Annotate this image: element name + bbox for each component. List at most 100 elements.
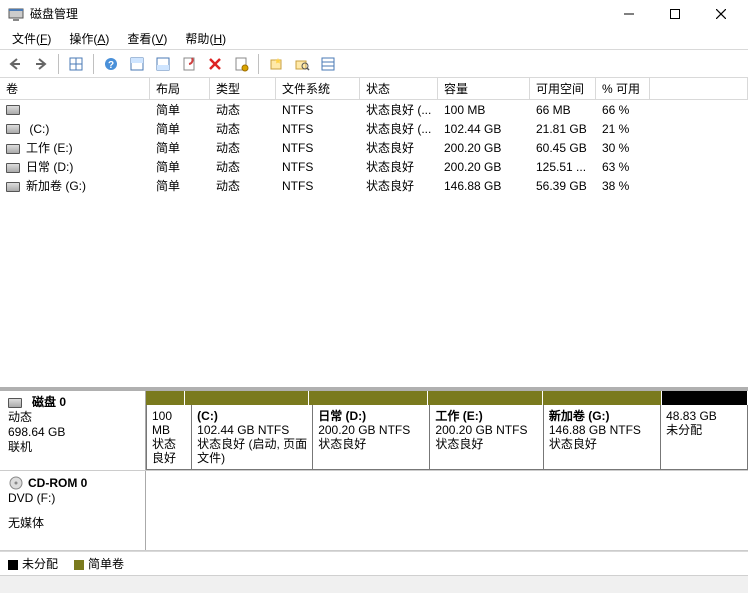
volume-icon	[6, 124, 20, 134]
disk-row-disk0[interactable]: 磁盘 0 动态 698.64 GB 联机 100 MB状态良好(C:)102.4…	[0, 391, 748, 471]
forward-button[interactable]	[30, 53, 52, 75]
volume-icon	[6, 163, 20, 173]
disk-map-pane[interactable]: 磁盘 0 动态 698.64 GB 联机 100 MB状态良好(C:)102.4…	[0, 391, 748, 551]
partition-header	[543, 391, 662, 405]
volume-capacity: 146.88 GB	[438, 178, 530, 194]
partition-box[interactable]: 新加卷 (G:)146.88 GB NTFS状态良好	[544, 405, 661, 470]
disk0-size: 698.64 GB	[8, 425, 137, 440]
delete-button[interactable]	[204, 53, 226, 75]
help-button[interactable]: ?	[100, 53, 122, 75]
col-type[interactable]: 类型	[210, 78, 276, 99]
volume-name: 新加卷 (G:)	[26, 179, 86, 193]
disk0-type: 动态	[8, 410, 137, 425]
volume-pct: 21 %	[596, 121, 650, 137]
table-row[interactable]: 工作 (E:)简单动态NTFS状态良好200.20 GB60.45 GB30 %	[0, 138, 748, 157]
menu-view[interactable]: 查看(V)	[119, 28, 175, 49]
minimize-button[interactable]	[606, 0, 652, 28]
partition-title: (C:)	[197, 409, 307, 423]
disk-icon	[8, 398, 22, 408]
partition-box[interactable]: 工作 (E:)200.20 GB NTFS状态良好	[430, 405, 543, 470]
new-button[interactable]	[265, 53, 287, 75]
volume-status: 状态良好 (...	[360, 100, 438, 119]
partition-header	[146, 391, 185, 405]
search-button[interactable]	[291, 53, 313, 75]
volume-capacity: 100 MB	[438, 102, 530, 118]
partition-size: 102.44 GB NTFS	[197, 423, 307, 437]
view-top-button[interactable]	[126, 53, 148, 75]
menu-action[interactable]: 操作(A)	[61, 28, 117, 49]
partition-header	[309, 391, 428, 405]
volume-layout: 简单	[150, 157, 210, 176]
col-capacity[interactable]: 容量	[438, 78, 530, 99]
partition-box[interactable]: 日常 (D:)200.20 GB NTFS状态良好	[313, 405, 430, 470]
toolbar: ?	[0, 50, 748, 78]
cdrom-icon	[8, 475, 24, 491]
disk0-status: 联机	[8, 440, 137, 455]
col-layout[interactable]: 布局	[150, 78, 210, 99]
partition-status: 状态良好	[549, 437, 655, 451]
volume-icon	[6, 182, 20, 192]
volume-free: 56.39 GB	[530, 178, 596, 194]
partition-box[interactable]: 48.83 GB未分配	[661, 405, 748, 470]
volume-pct: 66 %	[596, 102, 650, 118]
legend-simple: 简单卷	[74, 555, 124, 572]
view-grid-button[interactable]	[317, 53, 339, 75]
partition-box[interactable]: 100 MB状态良好	[146, 405, 192, 470]
col-status[interactable]: 状态	[360, 78, 438, 99]
table-row[interactable]: 简单动态NTFS状态良好 (...100 MB66 MB66 %	[0, 100, 748, 119]
table-row[interactable]: 日常 (D:)简单动态NTFS状态良好200.20 GB125.51 ...63…	[0, 157, 748, 176]
properties-button[interactable]	[178, 53, 200, 75]
partition-header	[428, 391, 543, 405]
volume-name: 日常 (D:)	[26, 160, 73, 174]
volume-fs: NTFS	[276, 159, 360, 175]
volume-capacity: 200.20 GB	[438, 140, 530, 156]
volume-free: 125.51 ...	[530, 159, 596, 175]
disk0-partitions: 100 MB状态良好(C:)102.44 GB NTFS状态良好 (启动, 页面…	[146, 391, 748, 470]
disk0-info: 磁盘 0 动态 698.64 GB 联机	[0, 391, 146, 470]
partition-box[interactable]: (C:)102.44 GB NTFS状态良好 (启动, 页面文件)	[192, 405, 313, 470]
maximize-button[interactable]	[652, 0, 698, 28]
col-free[interactable]: 可用空间	[530, 78, 596, 99]
volume-fs: NTFS	[276, 140, 360, 156]
partition-title: 工作 (E:)	[435, 409, 537, 423]
volume-type: 动态	[210, 138, 276, 157]
view-bottom-button[interactable]	[152, 53, 174, 75]
back-button[interactable]	[4, 53, 26, 75]
partition-size: 200.20 GB NTFS	[435, 423, 537, 437]
partition-title: 日常 (D:)	[318, 409, 424, 423]
partition-status: 未分配	[666, 423, 742, 437]
volume-capacity: 102.44 GB	[438, 121, 530, 137]
volume-icon	[6, 144, 20, 154]
volume-pct: 30 %	[596, 140, 650, 156]
close-button[interactable]	[698, 0, 744, 28]
volume-status: 状态良好 (...	[360, 119, 438, 138]
volume-fs: NTFS	[276, 102, 360, 118]
menu-file[interactable]: 文件(F)	[4, 28, 59, 49]
volume-status: 状态良好	[360, 138, 438, 157]
table-row[interactable]: 新加卷 (G:)简单动态NTFS状态良好146.88 GB56.39 GB38 …	[0, 176, 748, 195]
partition-status: 状态良好 (启动, 页面文件)	[197, 437, 307, 465]
volume-name: (C:)	[26, 122, 49, 136]
col-filesystem[interactable]: 文件系统	[276, 78, 360, 99]
settings-button[interactable]	[230, 53, 252, 75]
menu-help[interactable]: 帮助(H)	[177, 28, 234, 49]
partition-header	[662, 391, 748, 405]
volume-layout: 简单	[150, 138, 210, 157]
volume-pct: 63 %	[596, 159, 650, 175]
table-row[interactable]: (C:)简单动态NTFS状态良好 (...102.44 GB21.81 GB21…	[0, 119, 748, 138]
disk-row-cdrom[interactable]: CD-ROM 0 DVD (F:) 无媒体	[0, 471, 748, 551]
volume-layout: 简单	[150, 176, 210, 195]
volume-pct: 38 %	[596, 178, 650, 194]
col-spacer	[650, 78, 748, 99]
volume-list[interactable]: 卷 布局 类型 文件系统 状态 容量 可用空间 % 可用 简单动态NTFS状态良…	[0, 78, 748, 391]
col-volume[interactable]: 卷	[0, 78, 150, 99]
volume-type: 动态	[210, 157, 276, 176]
partition-header	[185, 391, 309, 405]
volume-list-header[interactable]: 卷 布局 类型 文件系统 状态 容量 可用空间 % 可用	[0, 78, 748, 100]
volume-free: 60.45 GB	[530, 140, 596, 156]
col-pctfree[interactable]: % 可用	[596, 78, 650, 99]
view-list-button[interactable]	[65, 53, 87, 75]
volume-layout: 简单	[150, 119, 210, 138]
volume-capacity: 200.20 GB	[438, 159, 530, 175]
partition-size: 146.88 GB NTFS	[549, 423, 655, 437]
